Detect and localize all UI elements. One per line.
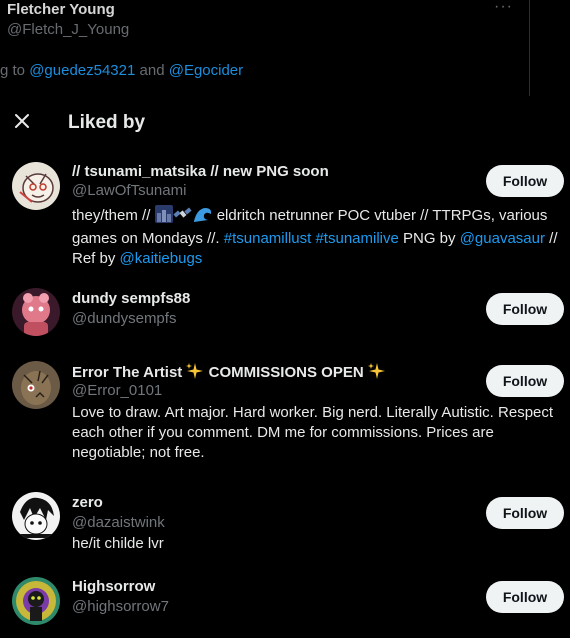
bio-text: PNG by [398,230,460,247]
user-cell[interactable]: // tsunami_matsika // new PNG soon @LawO… [0,156,570,276]
user-cell[interactable]: Error The Artist COMMISSIONS OPEN @Error… [0,358,570,468]
liked-by-modal: Liked by // tsunami_matsika // new PNG s… [0,96,570,638]
user-name[interactable]: Error The Artist COMMISSIONS OPEN [72,362,386,384]
user-bio: they/them // eldritch netrunner POC vtub… [72,205,562,269]
user-handle[interactable]: @highsorrow7 [72,598,169,615]
user-cell[interactable]: Highsorrow @highsorrow7 Follow [0,576,570,636]
user-handle[interactable]: @Error_0101 [72,382,162,399]
close-icon[interactable] [10,109,34,133]
modal-backdrop[interactable] [0,0,570,96]
avatar[interactable] [12,162,60,210]
avatar[interactable] [12,361,60,409]
wave-emoji [193,205,213,229]
user-name[interactable]: dundy sempfs88 [72,290,190,307]
hashtag-link[interactable]: #tsunamilive [315,230,398,247]
user-name[interactable]: Highsorrow [72,578,155,595]
user-name-text: COMMISSIONS OPEN [208,364,364,381]
follow-button[interactable]: Follow [486,365,564,397]
user-name[interactable]: zero [72,494,103,511]
user-cell[interactable]: dundy sempfs88 @dundysempfs Follow [0,284,570,344]
user-name-text: Error The Artist [72,364,183,381]
hashtag-link[interactable]: #tsunamillust [224,230,312,247]
city-night-emoji [154,205,173,229]
modal-title: Liked by [68,112,146,133]
user-bio: Love to draw. Art major. Hard worker. Bi… [72,404,554,461]
follow-button[interactable]: Follow [486,581,564,613]
user-handle[interactable]: @dazaistwink [72,514,165,531]
modal-header: Liked by [0,96,570,150]
sparkles-emoji [186,362,204,384]
mention-link[interactable]: @kaitiebugs [120,250,203,267]
sparkles-emoji [367,362,386,384]
user-handle[interactable]: @dundysempfs [72,310,176,327]
follow-button[interactable]: Follow [486,293,564,325]
avatar[interactable] [12,492,60,540]
mention-link[interactable]: @guavasaur [460,230,545,247]
follow-button[interactable]: Follow [486,497,564,529]
user-bio: he/it childe lvr [72,535,164,552]
avatar[interactable] [12,288,60,336]
user-handle[interactable]: @LawOfTsunami [72,182,186,199]
satellite-emoji [172,205,193,229]
user-cell[interactable]: zero @dazaistwink Follow he/it childe lv… [0,488,570,558]
user-name[interactable]: // tsunami_matsika // new PNG soon [72,163,329,180]
avatar[interactable] [12,577,60,625]
follow-button[interactable]: Follow [486,165,564,197]
bio-text: they/them // [72,207,155,224]
